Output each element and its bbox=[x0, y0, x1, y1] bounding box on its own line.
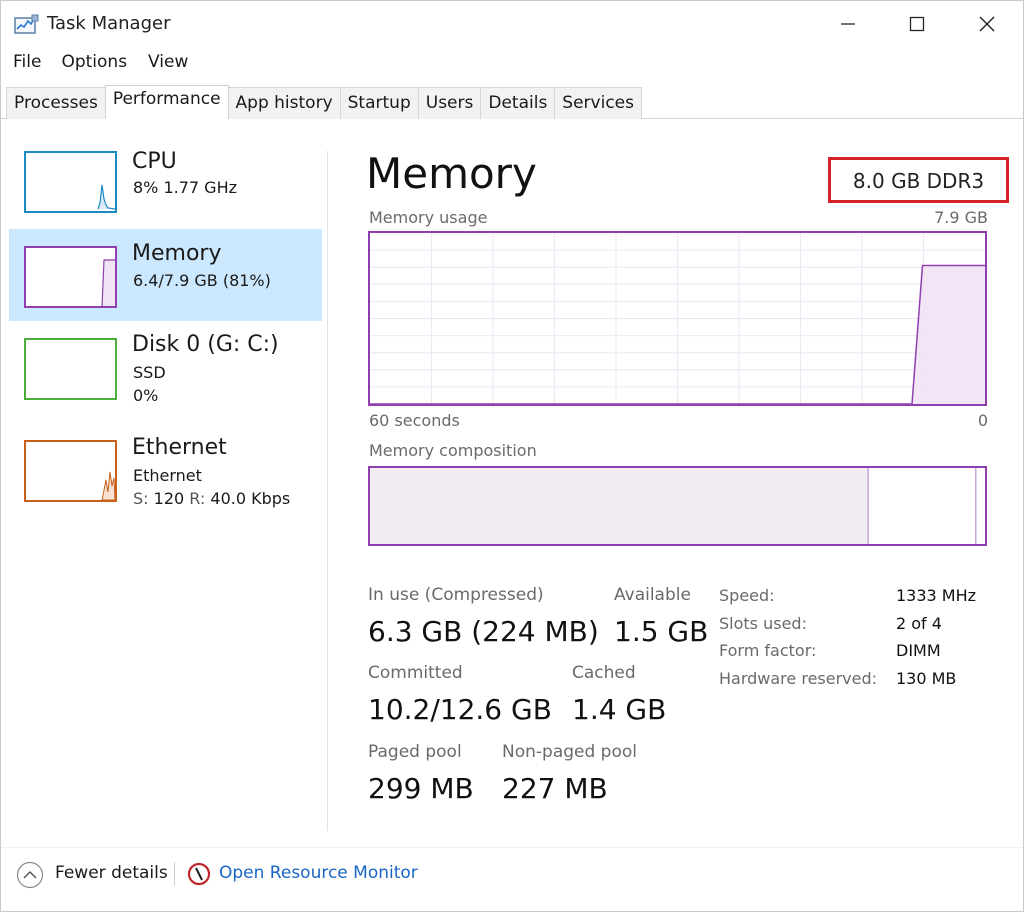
sidebar-divider bbox=[327, 151, 328, 831]
form-factor-label: Form factor: bbox=[719, 641, 817, 660]
sidebar-item-detail: 6.4/7.9 GB (81%) bbox=[133, 271, 271, 290]
sidebar-item-detail: Ethernet bbox=[133, 466, 202, 485]
minimize-button[interactable] bbox=[813, 1, 883, 47]
task-manager-icon bbox=[14, 14, 39, 34]
sidebar-item-title: Memory bbox=[132, 241, 222, 266]
available-value: 1.5 GB bbox=[614, 615, 709, 648]
memory-composition-graph bbox=[370, 468, 977, 544]
sidebar-item-detail: SSD bbox=[133, 363, 166, 382]
memory-panel: Memory 8.0 GB DDR3 Memory usage 7.9 GB 6… bbox=[331, 121, 1021, 841]
menu-options[interactable]: Options bbox=[61, 49, 127, 77]
footer-separator bbox=[174, 862, 175, 886]
ethernet-thumbnail bbox=[24, 440, 117, 502]
tab-bar: Processes Performance App history Startu… bbox=[6, 85, 642, 119]
sidebar-item-cpu[interactable]: CPU 8% 1.77 GHz bbox=[9, 134, 322, 226]
memory-spec-highlight: 8.0 GB DDR3 bbox=[828, 157, 1009, 203]
menu-bar: File Options View bbox=[1, 49, 188, 77]
slots-used-value: 2 of 4 bbox=[896, 614, 942, 633]
non-paged-pool-label: Non-paged pool bbox=[502, 742, 637, 762]
fewer-details-button[interactable]: Fewer details bbox=[55, 863, 168, 883]
cached-label: Cached bbox=[572, 663, 636, 683]
chevron-up-icon[interactable] bbox=[16, 861, 44, 889]
menu-file[interactable]: File bbox=[13, 49, 41, 77]
menu-view[interactable]: View bbox=[148, 49, 188, 77]
ethernet-sparkline bbox=[101, 471, 116, 501]
open-resource-monitor-link[interactable]: Open Resource Monitor bbox=[219, 863, 418, 883]
task-manager-window: Task Manager File Options View Processes… bbox=[0, 0, 1024, 912]
hardware-reserved-value: 130 MB bbox=[896, 669, 957, 688]
window-title: Task Manager bbox=[47, 13, 171, 34]
cpu-sparkline bbox=[97, 184, 116, 210]
receive-label: R: bbox=[189, 489, 206, 508]
slots-used-label: Slots used: bbox=[719, 614, 807, 633]
time-axis-right: 0 bbox=[977, 411, 988, 430]
paged-pool-label: Paged pool bbox=[368, 742, 462, 762]
sidebar-item-title: Ethernet bbox=[132, 435, 227, 460]
tab-users[interactable]: Users bbox=[417, 87, 482, 119]
memory-sparkline bbox=[101, 259, 115, 307]
resource-sidebar: CPU 8% 1.77 GHz Memory 6.4/7.9 GB (81%) … bbox=[9, 134, 322, 834]
memory-usage-graph bbox=[370, 233, 985, 404]
sidebar-item-detail: 8% 1.77 GHz bbox=[133, 178, 238, 197]
committed-value: 10.2/12.6 GB bbox=[368, 693, 552, 726]
memory-usage-chart bbox=[368, 231, 987, 406]
tab-processes[interactable]: Processes bbox=[6, 87, 106, 119]
sidebar-item-memory[interactable]: Memory 6.4/7.9 GB (81%) bbox=[9, 229, 322, 321]
maximize-button[interactable] bbox=[882, 1, 952, 47]
cached-value: 1.4 GB bbox=[572, 693, 667, 726]
memory-thumbnail bbox=[24, 246, 117, 308]
composition-in-use bbox=[370, 468, 869, 544]
hardware-reserved-label: Hardware reserved: bbox=[719, 669, 878, 688]
tab-startup[interactable]: Startup bbox=[339, 87, 419, 119]
committed-label: Committed bbox=[368, 663, 463, 683]
sidebar-item-ethernet[interactable]: Ethernet Ethernet S: 120 R: 40.0 Kbps bbox=[9, 423, 322, 515]
memory-composition-bar bbox=[368, 466, 987, 546]
sidebar-item-detail-2: 0% bbox=[133, 386, 159, 405]
receive-value: 40.0 Kbps bbox=[210, 489, 291, 508]
close-button[interactable] bbox=[952, 1, 1022, 47]
non-paged-pool-value: 227 MB bbox=[502, 772, 608, 805]
send-label: S: bbox=[133, 489, 149, 508]
resource-monitor-icon[interactable] bbox=[187, 862, 211, 886]
page-title: Memory bbox=[366, 149, 537, 198]
tab-app-history[interactable]: App history bbox=[227, 87, 341, 119]
cpu-thumbnail bbox=[24, 151, 117, 213]
form-factor-value: DIMM bbox=[896, 641, 941, 660]
sidebar-item-title: CPU bbox=[132, 149, 177, 174]
tab-services[interactable]: Services bbox=[554, 87, 642, 119]
footer-divider bbox=[1, 847, 1023, 848]
maximize-icon bbox=[909, 16, 925, 32]
in-use-value: 6.3 GB (224 MB) bbox=[368, 615, 599, 648]
memory-composition-label: Memory composition bbox=[369, 441, 537, 460]
sidebar-item-disk[interactable]: Disk 0 (G: C:) SSD 0% bbox=[9, 321, 322, 413]
minimize-icon bbox=[841, 23, 855, 25]
memory-usage-max: 7.9 GB bbox=[934, 208, 988, 227]
available-label: Available bbox=[614, 585, 691, 605]
sidebar-item-title: Disk 0 (G: C:) bbox=[132, 332, 279, 357]
in-use-label: In use (Compressed) bbox=[368, 585, 544, 605]
send-value: 120 bbox=[153, 489, 185, 508]
speed-value: 1333 MHz bbox=[896, 586, 977, 605]
close-icon bbox=[979, 16, 995, 32]
title-bar[interactable]: Task Manager bbox=[1, 1, 1023, 47]
memory-usage-label: Memory usage bbox=[369, 208, 488, 227]
tab-performance[interactable]: Performance bbox=[104, 85, 229, 119]
time-axis-left: 60 seconds bbox=[369, 411, 460, 430]
sidebar-item-detail-2: S: 120 R: 40.0 Kbps bbox=[133, 489, 290, 508]
paged-pool-value: 299 MB bbox=[368, 772, 474, 805]
disk-thumbnail bbox=[24, 338, 117, 400]
tab-details[interactable]: Details bbox=[480, 87, 556, 119]
speed-label: Speed: bbox=[719, 586, 775, 605]
